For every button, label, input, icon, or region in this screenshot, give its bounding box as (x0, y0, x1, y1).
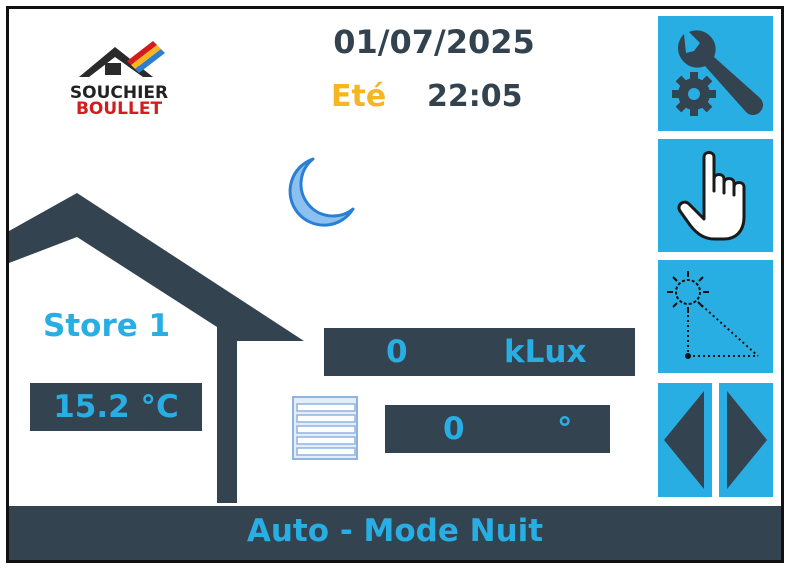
manual-mode-button[interactable] (658, 139, 773, 252)
temperature-display: 15.2 °C (30, 383, 202, 431)
sun-tracking-button[interactable] (658, 260, 773, 373)
slat-angle-value: 0 (443, 411, 465, 447)
hand-pointer-icon (677, 151, 746, 241)
operating-mode-label: Auto - Mode Nuit (246, 513, 544, 549)
light-level-unit: kLux (504, 334, 587, 370)
house-logo-icon (79, 41, 165, 77)
brand-name-line2: BOULLET (75, 99, 163, 119)
light-level-value: 0 (386, 334, 408, 370)
store-name: Store 1 (43, 308, 171, 344)
next-store-button[interactable] (719, 383, 773, 497)
status-bar: Auto - Mode Nuit (9, 506, 781, 560)
slat-angle-panel: 0 ° (385, 405, 610, 453)
season-label: Eté (331, 79, 387, 114)
arrow-left-icon (664, 391, 704, 489)
touch-panel-screen: SOUCHIER BOULLET 01/07/2025 Eté 22:05 St… (6, 6, 784, 563)
blind-icon (292, 396, 358, 460)
light-level-panel: 0 kLux (324, 328, 635, 376)
sun-angle-icon (667, 271, 759, 359)
current-time: 22:05 (427, 79, 523, 114)
current-date: 01/07/2025 (333, 23, 535, 61)
previous-store-button[interactable] (658, 383, 712, 497)
settings-wrench-gear-icon (672, 30, 763, 116)
settings-button[interactable] (658, 16, 773, 131)
arrow-right-icon (727, 391, 767, 489)
slat-angle-unit: ° (557, 411, 573, 447)
house-outline-icon (9, 193, 304, 503)
brand-logo: SOUCHIER BOULLET (49, 35, 189, 135)
